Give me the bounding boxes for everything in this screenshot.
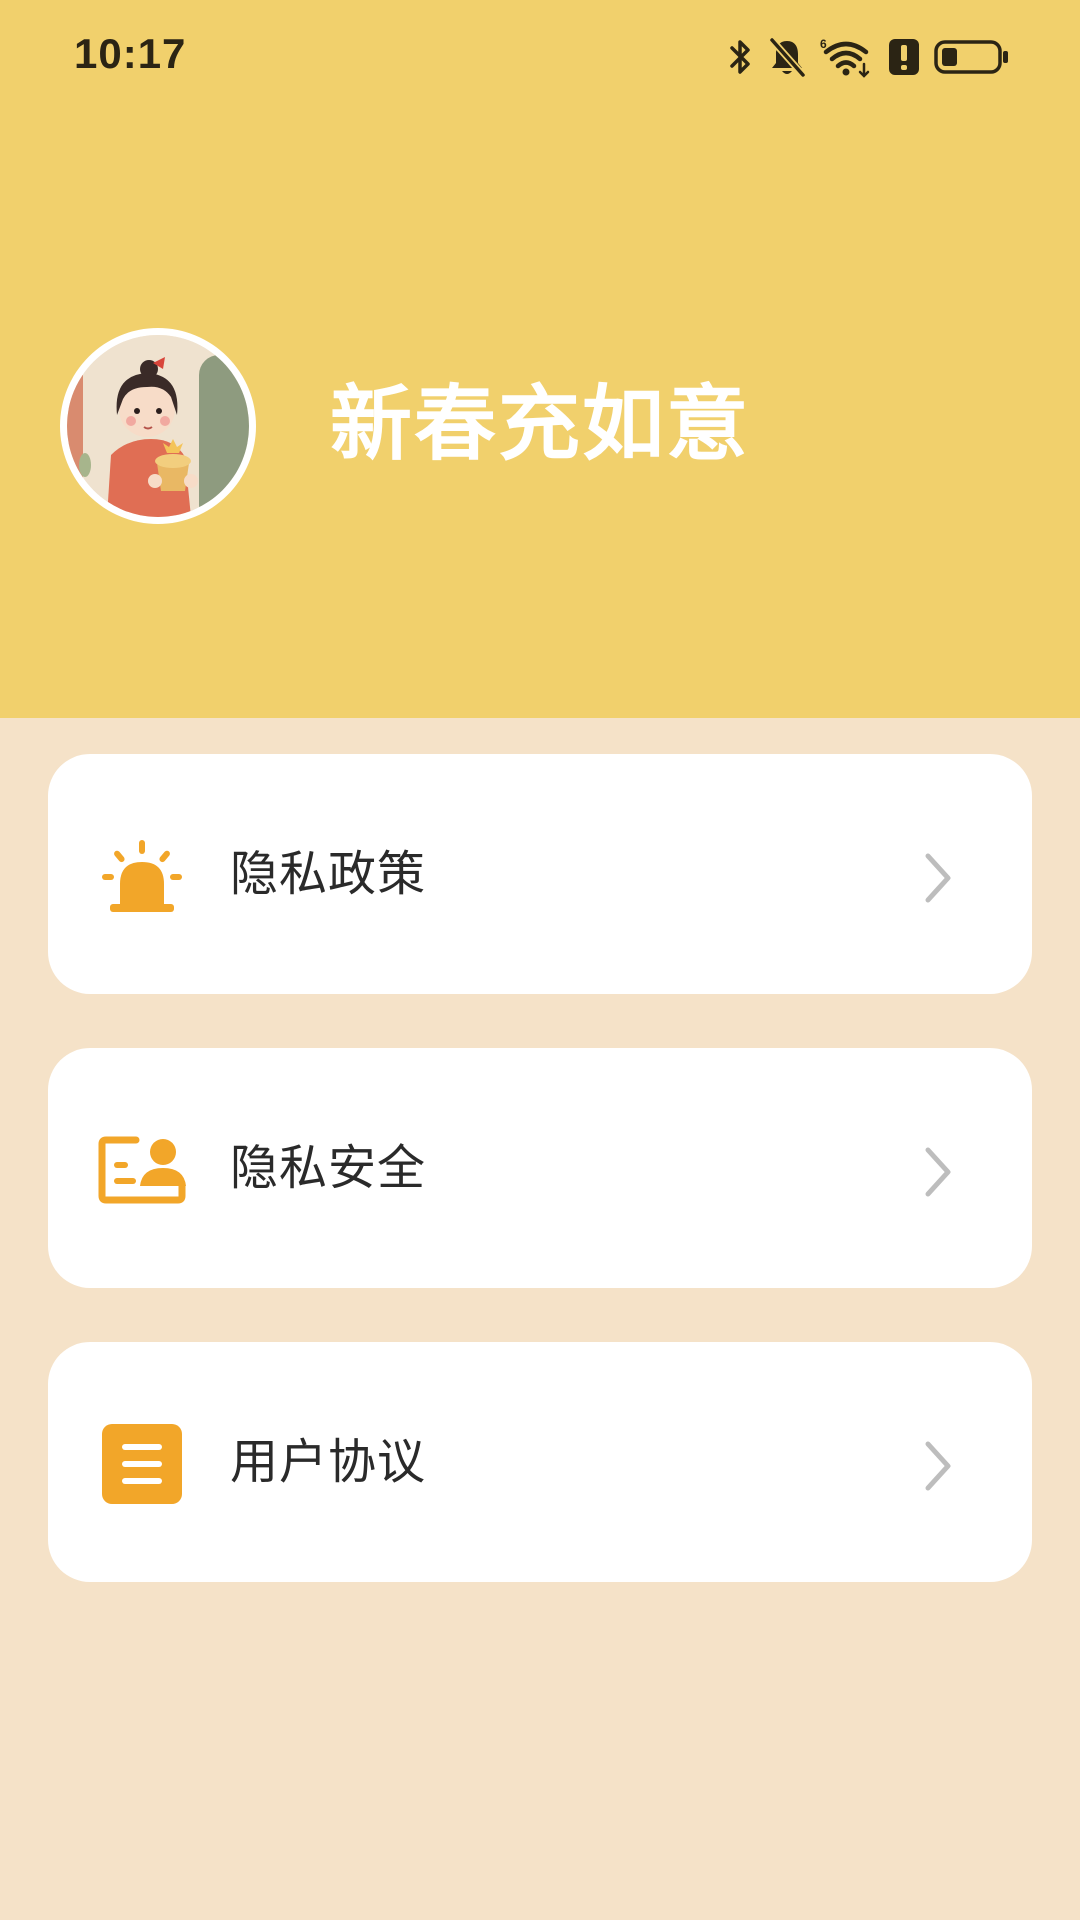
menu-item-label: 隐私安全 [230, 1140, 427, 1196]
alarm-siren-icon [102, 840, 182, 912]
svg-text:6: 6 [820, 37, 827, 51]
status-bar: 10:17 6 [0, 0, 1080, 115]
mute-bell-icon [769, 37, 806, 78]
status-icons: 6 [728, 34, 1010, 80]
status-time: 10:17 [74, 30, 187, 77]
chevron-right-icon [925, 1441, 951, 1491]
bluetooth-icon [730, 40, 750, 74]
wifi-6-icon: 6 [820, 37, 870, 78]
avatar[interactable] [60, 328, 256, 524]
chevron-right-icon [925, 853, 951, 903]
battery-icon [934, 40, 1008, 74]
alert-icon [889, 39, 919, 75]
user-card-icon [98, 1136, 186, 1204]
chevron-right-icon [925, 1147, 951, 1197]
menu-item-label: 用户协议 [230, 1434, 427, 1490]
menu-item-label: 隐私政策 [230, 846, 427, 902]
document-list-icon [102, 1424, 182, 1504]
menu-item-privacy-security[interactable]: 隐私安全 [48, 1048, 1032, 1288]
profile-name: 新春充如意 [330, 377, 751, 472]
menu-item-user-agreement[interactable]: 用户协议 [48, 1342, 1032, 1582]
avatar-image [67, 335, 249, 517]
menu-item-privacy-policy[interactable]: 隐私政策 [48, 754, 1032, 994]
profile-header: 10:17 6 新春充如意 [0, 0, 1080, 718]
